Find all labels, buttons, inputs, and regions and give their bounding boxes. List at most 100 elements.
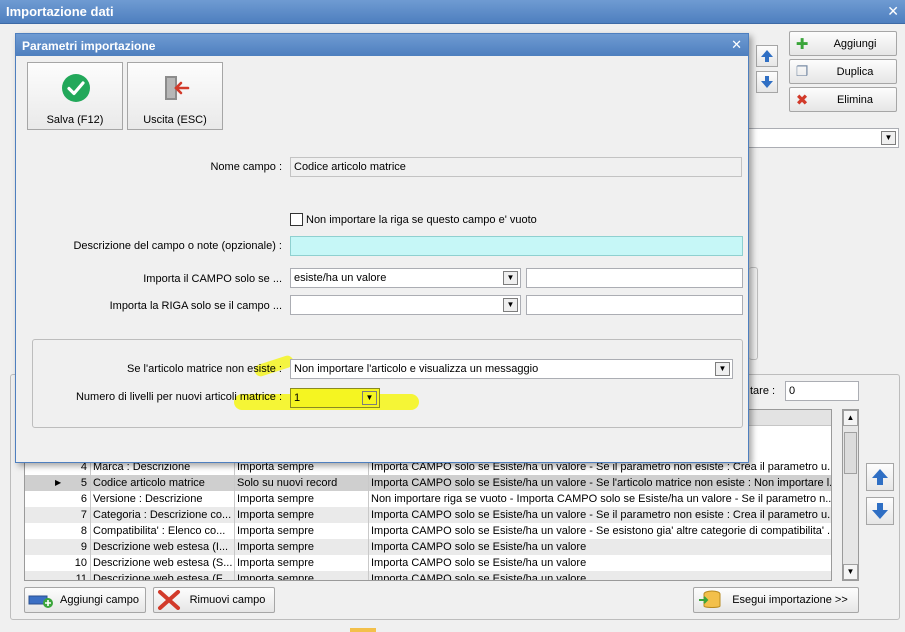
- row-number-cell[interactable]: ▶ 5: [25, 475, 91, 491]
- field-name-cell[interactable]: Descrizione web estesa (F...: [91, 571, 235, 580]
- duplicate-button-label: Duplica: [836, 65, 874, 78]
- grid-scrollbar[interactable]: ▲ ▼: [842, 409, 859, 581]
- row-number-cell[interactable]: 8: [25, 523, 91, 539]
- import-mode-cell[interactable]: Importa sempre: [235, 539, 369, 555]
- dialog-title: Parametri importazione: [22, 39, 156, 53]
- row-down-button[interactable]: [866, 497, 894, 525]
- scroll-thumb[interactable]: [844, 432, 857, 474]
- save-button[interactable]: Salva (F12): [27, 62, 123, 130]
- partial-label: tare :: [750, 385, 776, 397]
- table-row[interactable]: 8 Compatibilita' : Elenco co... Importa se…: [25, 523, 831, 539]
- row-number: 6: [80, 493, 87, 505]
- move-up-button[interactable]: [756, 45, 778, 67]
- table-row[interactable]: 6 Versione : Descrizione Importa sempre Non…: [25, 491, 831, 507]
- run-import-button[interactable]: Esegui importazione >>: [693, 587, 859, 613]
- parameters-cell[interactable]: Importa CAMPO solo se Esiste/ha un valor…: [369, 539, 831, 555]
- table-row[interactable]: ▶ 5 Codice articolo matrice Solo su nuovi r…: [25, 475, 831, 491]
- levels-select[interactable]: 1 ▼: [290, 388, 380, 408]
- chevron-down-icon[interactable]: ▼: [362, 391, 377, 405]
- row-number-cell[interactable]: 6: [25, 491, 91, 507]
- copy-icon: ❐: [795, 63, 809, 79]
- row-number: 8: [80, 525, 87, 537]
- parameters-cell[interactable]: Importa CAMPO solo se Esiste/ha un valor…: [369, 571, 831, 580]
- parameters-cell[interactable]: Importa CAMPO solo se Esiste/ha un valor…: [369, 523, 831, 539]
- field-name-cell[interactable]: Versione : Descrizione: [91, 491, 235, 507]
- row-number: 11: [75, 573, 87, 581]
- matrix-missing-value: Non importare l'articolo e visualizza un…: [294, 363, 539, 375]
- add-field-icon: [28, 595, 53, 608]
- dialog-close-icon[interactable]: ✕: [731, 37, 742, 53]
- check-icon: [62, 74, 90, 102]
- description-label: Descrizione del campo o note (opzionale)…: [73, 240, 282, 252]
- database-import-icon: [699, 590, 721, 608]
- import-field-extra-input[interactable]: [526, 268, 743, 288]
- scroll-down-icon[interactable]: ▼: [843, 564, 858, 580]
- skip-if-empty-label: Non importare la riga se questo campo e'…: [306, 214, 537, 226]
- import-field-label: Importa il CAMPO solo se ...: [143, 273, 282, 285]
- field-name-cell[interactable]: Compatibilita' : Elenco co...: [91, 523, 235, 539]
- import-mode-cell[interactable]: Importa sempre: [235, 491, 369, 507]
- row-up-button[interactable]: [866, 463, 894, 491]
- chevron-down-icon[interactable]: ▼: [881, 131, 896, 145]
- row-number-cell[interactable]: 7: [25, 507, 91, 523]
- partial-value-field[interactable]: 0: [785, 381, 859, 401]
- row-number-cell[interactable]: 11: [25, 571, 91, 581]
- skip-if-empty-checkbox[interactable]: [290, 213, 303, 226]
- parameters-cell[interactable]: Importa CAMPO solo se Esiste/ha un valor…: [369, 555, 831, 571]
- exit-door-icon: [165, 76, 190, 100]
- dialog-title-bar: Parametri importazione ✕: [16, 34, 748, 56]
- import-row-label: Importa la RIGA solo se il campo ...: [109, 300, 282, 312]
- row-number-cell[interactable]: 9: [25, 539, 91, 555]
- table-row[interactable]: 10 Descrizione web estesa (S... Importa se…: [25, 555, 831, 571]
- row-number: 5: [80, 477, 87, 489]
- parameters-cell[interactable]: Importa CAMPO solo se Esiste/ha un valor…: [369, 475, 831, 491]
- field-name-cell[interactable]: Descrizione web estesa (S...: [91, 555, 235, 571]
- plus-icon: ✚: [795, 35, 809, 53]
- chevron-down-icon[interactable]: ▼: [503, 298, 518, 312]
- duplicate-button[interactable]: ❐ Duplica: [789, 59, 897, 84]
- move-down-button[interactable]: [756, 71, 778, 93]
- field-name-cell[interactable]: Descrizione web estesa (I...: [91, 539, 235, 555]
- import-row-select[interactable]: ▼: [290, 295, 521, 315]
- field-name-cell[interactable]: Codice articolo matrice: [91, 475, 235, 491]
- exit-button[interactable]: Uscita (ESC): [127, 62, 223, 130]
- table-row[interactable]: 9 Descrizione web estesa (I... Importa sem…: [25, 539, 831, 555]
- import-field-select[interactable]: esiste/ha un valore ▼: [290, 268, 521, 288]
- run-import-label: Esegui importazione >>: [732, 594, 848, 606]
- parameters-cell[interactable]: Importa CAMPO solo se Esiste/ha un valor…: [369, 507, 831, 523]
- matrix-missing-select[interactable]: Non importare l'articolo e visualizza un…: [290, 359, 733, 379]
- field-name-label: Nome campo :: [210, 161, 282, 173]
- window-close-icon[interactable]: ✕: [887, 3, 899, 20]
- row-number: 9: [80, 541, 87, 553]
- remove-field-button[interactable]: Rimuovi campo: [153, 587, 275, 613]
- import-row-extra-input[interactable]: [526, 295, 743, 315]
- remove-icon: [158, 590, 180, 610]
- parameters-cell[interactable]: Non importare riga se vuoto - Importa CA…: [369, 491, 831, 507]
- clipped-icon: [350, 628, 376, 632]
- obscured-group: [749, 267, 758, 360]
- table-row[interactable]: 7 Categoria : Descrizione co... Importa se…: [25, 507, 831, 523]
- matrix-missing-label: Se l'articolo matrice non esiste :: [127, 363, 282, 375]
- hidden-select[interactable]: ▼: [748, 128, 899, 148]
- exit-button-label: Uscita (ESC): [143, 114, 207, 126]
- add-field-button[interactable]: Aggiungi campo: [24, 587, 146, 613]
- row-number-cell[interactable]: 10: [25, 555, 91, 571]
- add-button[interactable]: ✚ Aggiungi: [789, 31, 897, 56]
- description-input[interactable]: [290, 236, 743, 256]
- import-mode-cell[interactable]: Solo su nuovi record: [235, 475, 369, 491]
- table-row[interactable]: 11 Descrizione web estesa (F... Importa se…: [25, 571, 831, 581]
- import-parameters-dialog: Parametri importazione ✕ Salva (F12) Usc…: [15, 33, 749, 463]
- delete-button[interactable]: ✖ Elimina: [789, 87, 897, 112]
- add-button-label: Aggiungi: [833, 37, 877, 50]
- scroll-up-icon[interactable]: ▲: [843, 410, 858, 426]
- save-button-label: Salva (F12): [46, 114, 104, 126]
- field-name-cell[interactable]: Categoria : Descrizione co...: [91, 507, 235, 523]
- import-mode-cell[interactable]: Importa sempre: [235, 571, 369, 580]
- chevron-down-icon[interactable]: ▼: [503, 271, 518, 285]
- chevron-down-icon[interactable]: ▼: [715, 362, 730, 376]
- import-field-value: esiste/ha un valore: [294, 272, 387, 284]
- add-field-label: Aggiungi campo: [60, 594, 139, 606]
- import-mode-cell[interactable]: Importa sempre: [235, 523, 369, 539]
- import-mode-cell[interactable]: Importa sempre: [235, 555, 369, 571]
- import-mode-cell[interactable]: Importa sempre: [235, 507, 369, 523]
